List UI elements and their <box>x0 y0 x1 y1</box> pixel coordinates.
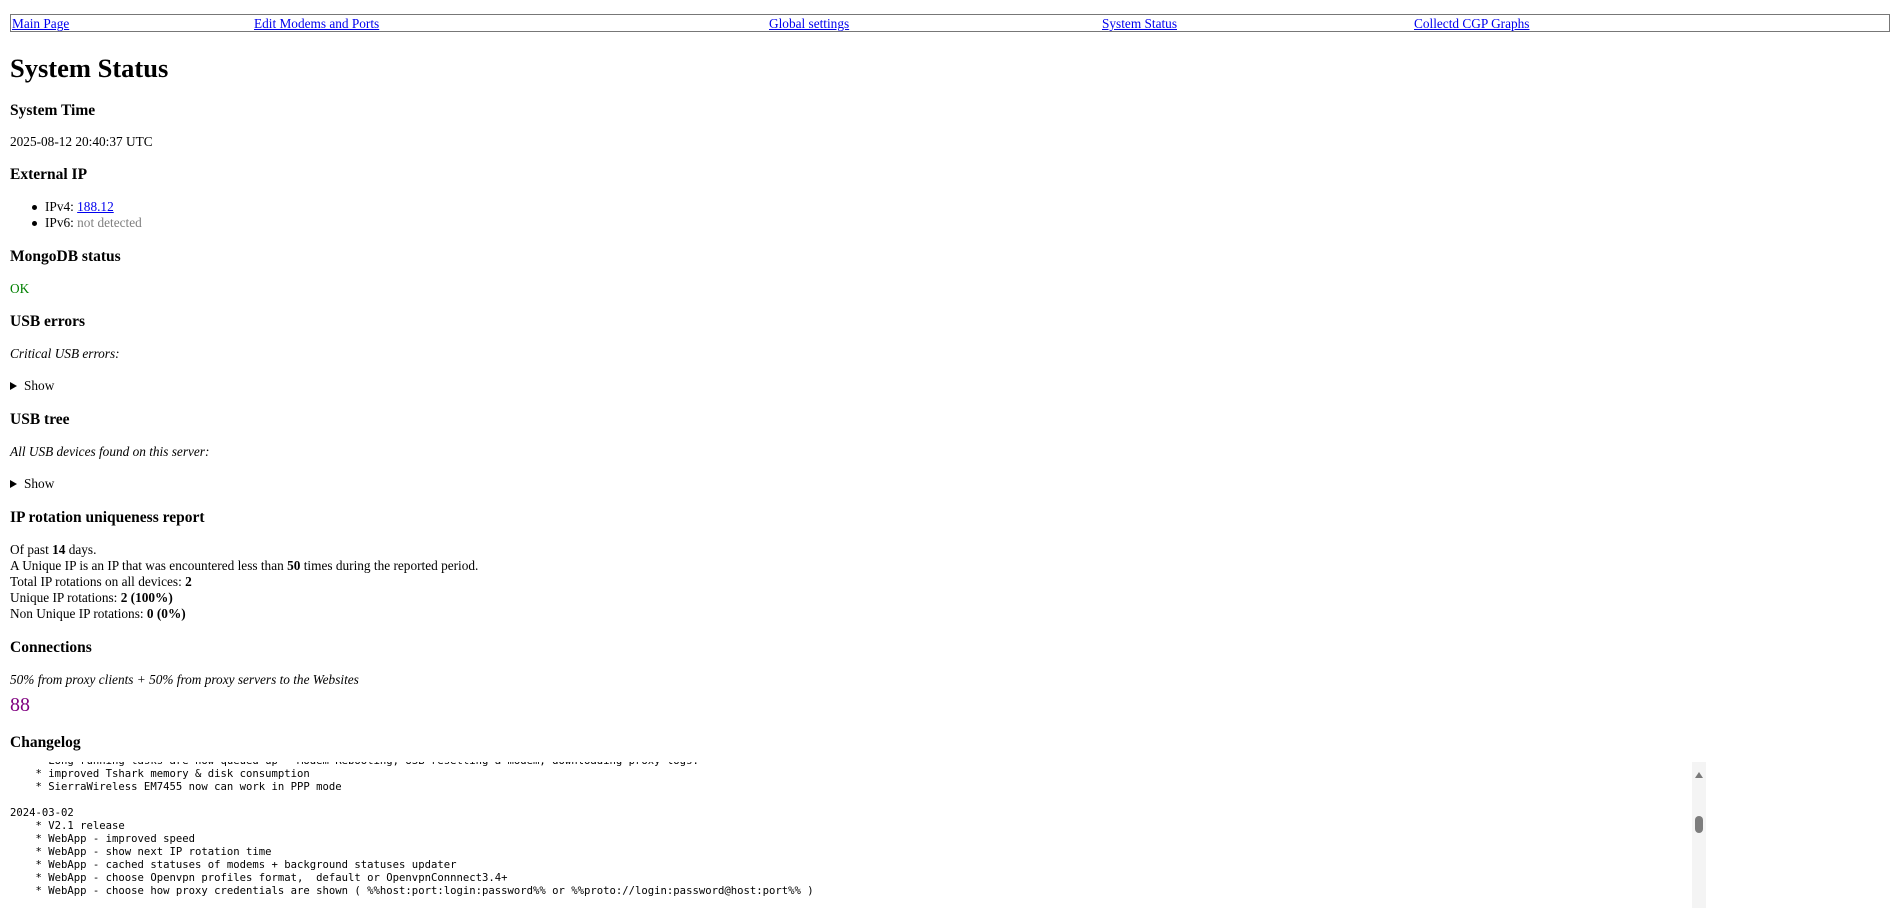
ip-rotation-heading: IP rotation uniqueness report <box>10 509 205 526</box>
changelog-heading: Changelog <box>10 734 81 751</box>
usb-tree-heading: USB tree <box>10 411 70 428</box>
nav-link-system-status[interactable]: System Status <box>1102 16 1177 32</box>
report-unique-definition: A Unique IP is an IP that was encountere… <box>10 558 479 573</box>
scroll-up-arrow-icon[interactable] <box>1695 772 1703 778</box>
page-title: System Status <box>10 53 169 83</box>
nav-link-main-page[interactable]: Main Page <box>12 16 69 32</box>
changelog-text: * Long running tasks are now queued up -… <box>10 762 814 897</box>
mongodb-status: OK <box>10 281 30 296</box>
ipv6-item: IPv6: not detected <box>10 215 142 231</box>
system-time-value: 2025-08-12 20:40:37 UTC <box>10 134 153 149</box>
top-navigation: Main Page Edit Modems and Ports Global s… <box>10 14 1890 32</box>
ipv4-item: IPv4: 188.12 <box>10 199 142 215</box>
ipv6-value: not detected <box>77 215 142 230</box>
report-unique-rotations: Unique IP rotations: 2 (100%) <box>10 590 173 605</box>
connections-heading: Connections <box>10 639 92 656</box>
ipv4-link[interactable]: 188.12 <box>77 199 114 214</box>
mongodb-heading: MongoDB status <box>10 248 121 265</box>
nav-link-edit-modems-and-ports[interactable]: Edit Modems and Ports <box>254 16 379 32</box>
report-total-rotations: Total IP rotations on all devices: 2 <box>10 574 192 589</box>
nav-link-collectd-cgp-graphs[interactable]: Collectd CGP Graphs <box>1414 16 1529 32</box>
usb-errors-show-toggle[interactable]: Show <box>10 378 54 394</box>
ipv6-label: IPv6: <box>45 215 74 230</box>
connections-note: 50% from proxy clients + 50% from proxy … <box>10 672 359 687</box>
changelog-scrollbar[interactable] <box>1692 762 1706 908</box>
usb-errors-show-label: Show <box>24 378 55 393</box>
external-ip-heading: External IP <box>10 166 88 183</box>
disclosure-triangle-icon <box>10 480 17 488</box>
connections-count: 88 <box>10 694 30 716</box>
usb-tree-note: All USB devices found on this server: <box>10 444 210 459</box>
report-days-line: Of past 14 days. <box>10 542 97 557</box>
disclosure-triangle-icon <box>10 382 17 390</box>
system-time-heading: System Time <box>10 102 96 119</box>
usb-errors-note: Critical USB errors: <box>10 346 120 361</box>
changelog-textarea[interactable]: * Long running tasks are now queued up -… <box>10 762 1702 908</box>
usb-tree-show-label: Show <box>24 476 55 491</box>
external-ip-list: IPv4: 188.12 IPv6: not detected <box>10 199 142 231</box>
scroll-thumb[interactable] <box>1695 816 1703 833</box>
usb-tree-show-toggle[interactable]: Show <box>10 476 54 492</box>
ipv4-label: IPv4: <box>45 199 74 214</box>
ip-rotation-report: Of past 14 days. A Unique IP is an IP th… <box>10 542 478 622</box>
usb-errors-heading: USB errors <box>10 313 86 330</box>
report-nonunique-rotations: Non Unique IP rotations: 0 (0%) <box>10 606 186 621</box>
nav-link-global-settings[interactable]: Global settings <box>769 16 849 32</box>
